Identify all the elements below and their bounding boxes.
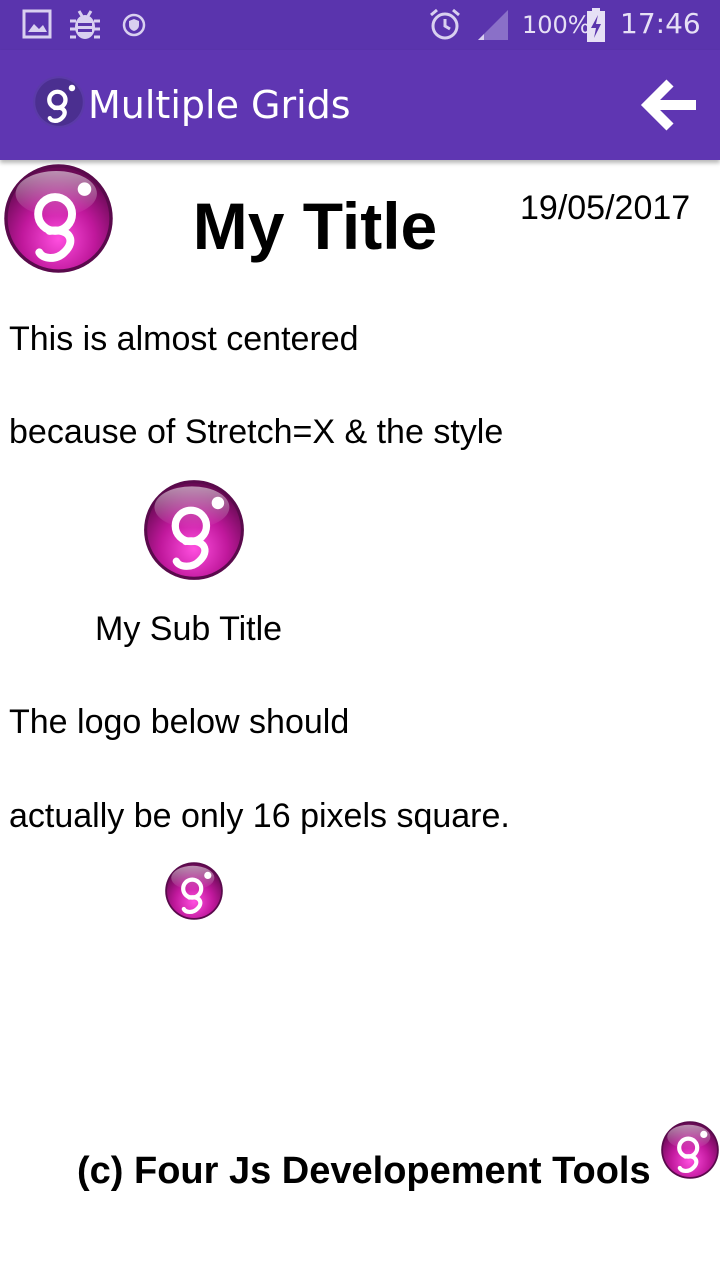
signal-icon bbox=[478, 10, 508, 40]
image-icon bbox=[22, 9, 52, 39]
app-logo bbox=[32, 75, 86, 129]
text-line-4: actually be only 16 pixels square. bbox=[9, 797, 510, 835]
clock: 17:46 bbox=[620, 7, 701, 40]
arrow-left-icon bbox=[640, 79, 696, 131]
app-bar: Multiple Grids bbox=[0, 50, 720, 160]
text-line-3: The logo below should bbox=[9, 703, 350, 741]
bug-icon bbox=[70, 10, 100, 39]
shield-icon bbox=[122, 13, 146, 37]
small-logo bbox=[164, 861, 224, 921]
sub-title: My Sub Title bbox=[95, 610, 283, 648]
text-line-2: because of Stretch=X & the style bbox=[9, 413, 504, 451]
app-title: Multiple Grids bbox=[88, 83, 351, 127]
date-label: 19/05/2017 bbox=[520, 189, 691, 227]
alarm-icon bbox=[430, 8, 460, 40]
sub-logo bbox=[142, 478, 246, 582]
footer-logo bbox=[660, 1120, 720, 1180]
battery-percentage: 100% bbox=[522, 11, 591, 39]
footer-text: (c) Four Js Developement Tools bbox=[77, 1150, 651, 1192]
status-bar: 100% 17:46 bbox=[0, 0, 720, 50]
back-button[interactable] bbox=[640, 73, 704, 137]
text-line-1: This is almost centered bbox=[9, 320, 359, 358]
battery-charging-icon bbox=[587, 8, 605, 42]
